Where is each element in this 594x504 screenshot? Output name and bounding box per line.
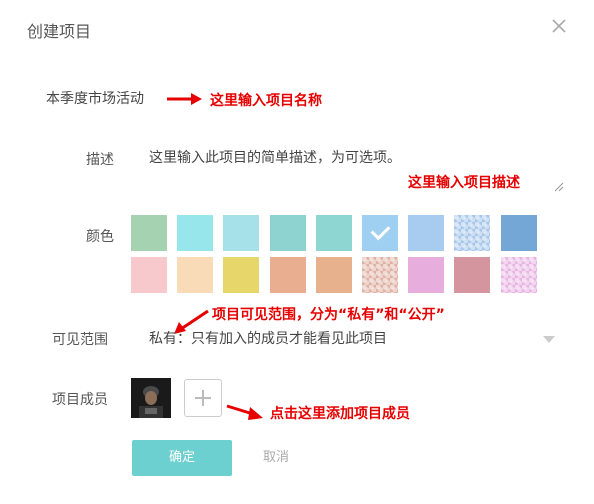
confirm-button[interactable]: 确定	[132, 440, 232, 476]
members-label: 项目成员	[52, 392, 108, 408]
create-project-dialog: 创建项目 本季度市场活动 这里输入项目名称 描述 这里输入此项目的简单描述，为可…	[0, 0, 594, 504]
annotation-description: 这里输入项目描述	[408, 175, 520, 191]
color-swatch[interactable]	[223, 257, 260, 293]
dialog-title: 创建项目	[27, 22, 92, 41]
color-swatch[interactable]	[408, 215, 445, 251]
annotation-members: 点击这里添加项目成员	[270, 406, 410, 422]
color-swatch[interactable]	[454, 257, 491, 293]
close-icon[interactable]	[549, 16, 569, 36]
cancel-button[interactable]: 取消	[250, 440, 302, 476]
color-swatch[interactable]	[315, 257, 352, 293]
color-swatch[interactable]	[223, 215, 260, 251]
color-swatch[interactable]	[362, 257, 398, 293]
resize-handle-icon[interactable]	[554, 182, 564, 192]
visibility-label: 可见范围	[52, 332, 108, 348]
annotation-visibility: 项目可见范围，分为“私有”和“公开”	[212, 307, 445, 323]
color-swatch[interactable]	[315, 215, 352, 251]
add-member-button[interactable]	[184, 379, 222, 417]
color-swatch[interactable]	[408, 257, 445, 293]
color-swatch[interactable]	[500, 215, 537, 251]
color-swatch[interactable]	[131, 215, 167, 251]
color-swatch[interactable]	[362, 215, 398, 251]
color-swatch[interactable]	[177, 215, 214, 251]
color-swatch[interactable]	[500, 257, 537, 293]
color-swatch[interactable]	[269, 215, 306, 251]
color-swatch[interactable]	[177, 257, 214, 293]
visibility-select[interactable]: 私有：只有加入的成员才能看见此项目	[137, 322, 564, 356]
color-swatch[interactable]	[131, 257, 167, 293]
color-label: 颜色	[86, 229, 114, 245]
chevron-down-icon[interactable]	[543, 336, 555, 343]
color-swatch[interactable]	[269, 257, 306, 293]
description-label: 描述	[86, 152, 114, 168]
arrow-down-right-icon	[226, 404, 263, 420]
arrow-right-icon	[167, 93, 202, 105]
avatar[interactable]	[131, 378, 171, 418]
color-swatch[interactable]	[454, 215, 491, 251]
annotation-project-name: 这里输入项目名称	[210, 93, 322, 109]
